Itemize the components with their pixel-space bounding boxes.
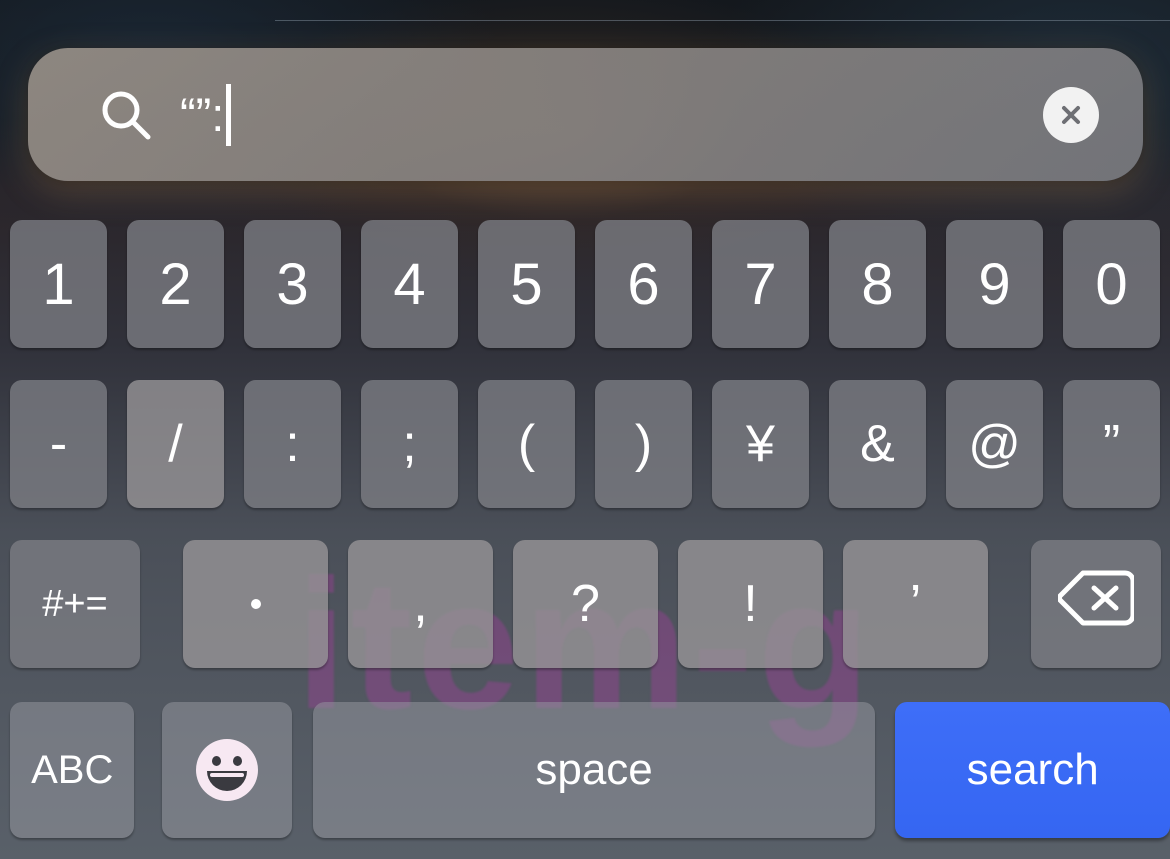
key-8[interactable]: 8: [829, 220, 926, 348]
key-slash[interactable]: /: [127, 380, 224, 508]
search-field[interactable]: “”:: [28, 48, 1143, 181]
key-yen[interactable]: ¥: [712, 380, 809, 508]
key-symbols-shift[interactable]: #+=: [10, 540, 140, 668]
text-caret: [226, 83, 232, 146]
key-4[interactable]: 4: [361, 220, 458, 348]
key-ampersand[interactable]: &: [829, 380, 926, 508]
search-icon: [98, 87, 154, 143]
key-hyphen[interactable]: -: [10, 380, 107, 508]
key-quote[interactable]: ”: [1063, 380, 1160, 508]
key-abc[interactable]: ABC: [10, 702, 135, 838]
key-7[interactable]: 7: [712, 220, 809, 348]
key-question[interactable]: ?: [513, 540, 658, 668]
key-exclamation[interactable]: !: [678, 540, 823, 668]
phone-screen: item-g “”: 1 2 3 4 5 6: [0, 0, 1170, 859]
keyboard-row-symbols: - / : ; ( ) ¥ & @ ”: [0, 380, 1170, 508]
top-divider: [275, 20, 1170, 21]
keyboard-row-bottom: ABC space search: [0, 702, 1170, 838]
key-9[interactable]: 9: [946, 220, 1043, 348]
key-6[interactable]: 6: [595, 220, 692, 348]
key-paren-open[interactable]: (: [478, 380, 575, 508]
key-2[interactable]: 2: [127, 220, 224, 348]
key-semicolon[interactable]: ;: [361, 380, 458, 508]
key-at[interactable]: @: [946, 380, 1043, 508]
period-glyph: [250, 599, 261, 609]
key-emoji[interactable]: [162, 702, 292, 838]
search-input-value[interactable]: “”:: [180, 85, 224, 145]
backspace-icon: [1056, 569, 1136, 640]
emoji-mouth: [207, 771, 248, 791]
keyboard-row-numbers: 1 2 3 4 5 6 7 8 9 0: [0, 220, 1170, 348]
emoji-eye-right: [233, 756, 243, 766]
key-5[interactable]: 5: [478, 220, 575, 348]
key-backspace[interactable]: [1031, 540, 1161, 668]
key-paren-close[interactable]: ): [595, 380, 692, 508]
key-search[interactable]: search: [895, 702, 1170, 838]
key-apostrophe[interactable]: ’: [843, 540, 988, 668]
keyboard-row-punctuation: #+= , ? ! ’: [0, 540, 1170, 668]
clear-search-button[interactable]: [1043, 86, 1099, 143]
key-1[interactable]: 1: [10, 220, 107, 348]
search-text-wrapper: “”:: [180, 83, 232, 146]
smiley-face-icon: [196, 739, 259, 801]
on-screen-keyboard: 1 2 3 4 5 6 7 8 9 0 - / : ; ( ) ¥ & @ ” …: [0, 206, 1170, 859]
key-0[interactable]: 0: [1063, 220, 1160, 348]
key-3[interactable]: 3: [244, 220, 341, 348]
key-space[interactable]: space: [312, 702, 876, 838]
key-period[interactable]: [183, 540, 328, 668]
key-comma[interactable]: ,: [348, 540, 493, 668]
key-colon[interactable]: :: [244, 380, 341, 508]
emoji-eye-left: [212, 756, 222, 766]
